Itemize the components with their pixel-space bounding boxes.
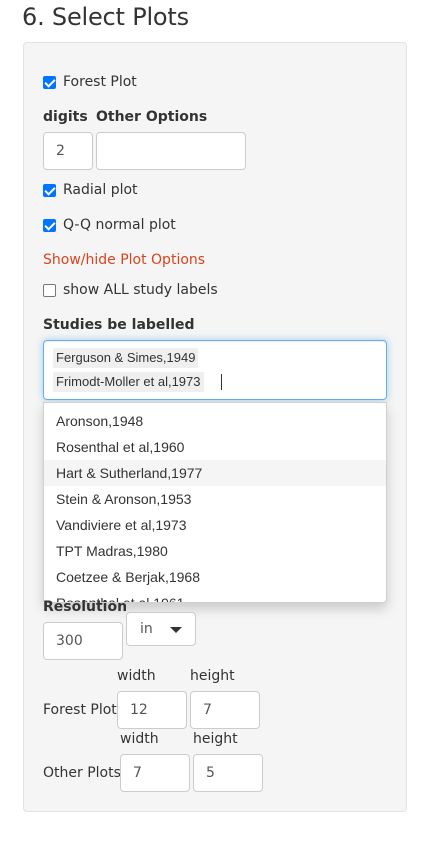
dropdown-option[interactable]: Aronson,1948 bbox=[44, 408, 386, 434]
section-title: 6. Select Plots bbox=[22, 3, 189, 31]
digits-input[interactable]: 2 bbox=[43, 132, 93, 170]
other-height-input[interactable]: 5 bbox=[193, 754, 263, 792]
selected-study-chip[interactable]: Ferguson & Simes,1949 bbox=[53, 348, 199, 368]
resolution-input[interactable]: 300 bbox=[43, 622, 123, 660]
other-options-label: Other Options bbox=[96, 109, 208, 125]
other-width-label: width bbox=[120, 731, 159, 747]
forest-plot-label: Forest Plot bbox=[63, 74, 137, 90]
studies-dropdown[interactable]: Aronson,1948 Rosenthal et al,1960 Hart &… bbox=[43, 402, 387, 603]
show-all-labels-checkbox[interactable] bbox=[43, 284, 56, 297]
dropdown-option[interactable]: Rosenthal et al,1960 bbox=[44, 434, 386, 460]
forest-height-label: height bbox=[190, 668, 235, 684]
chevron-down-icon bbox=[170, 627, 182, 633]
other-height-label: height bbox=[193, 731, 238, 747]
studies-multiselect[interactable]: Ferguson & Simes,1949 Frimodt-Moller et … bbox=[43, 340, 387, 400]
other-plots-size-label: Other Plots bbox=[43, 765, 121, 781]
dropdown-option[interactable]: TPT Madras,1980 bbox=[44, 538, 386, 564]
dropdown-option[interactable]: Vandiviere et al,1973 bbox=[44, 512, 386, 538]
dropdown-option-highlighted[interactable]: Hart & Sutherland,1977 bbox=[44, 460, 386, 486]
forest-width-label: width bbox=[117, 668, 156, 684]
dropdown-option[interactable]: Stein & Aronson,1953 bbox=[44, 486, 386, 512]
text-cursor bbox=[221, 374, 222, 390]
digits-label: digits bbox=[43, 109, 88, 125]
forest-plot-size-label: Forest Plot bbox=[43, 702, 117, 718]
dropdown-option[interactable]: Coetzee & Berjak,1968 bbox=[44, 564, 386, 590]
forest-height-input[interactable]: 7 bbox=[190, 691, 260, 729]
other-width-input[interactable]: 7 bbox=[120, 754, 190, 792]
forest-width-input[interactable]: 12 bbox=[117, 691, 187, 729]
selected-study-chip[interactable]: Frimodt-Moller et al,1973 bbox=[53, 372, 204, 392]
toggle-plot-options-link[interactable]: Show/hide Plot Options bbox=[43, 252, 205, 268]
unit-select-value: in bbox=[140, 621, 153, 637]
qq-plot-checkbox[interactable] bbox=[43, 219, 56, 232]
radial-plot-checkbox[interactable] bbox=[43, 184, 56, 197]
forest-plot-checkbox[interactable] bbox=[43, 76, 56, 89]
unit-select[interactable]: in bbox=[126, 612, 196, 646]
radial-plot-label: Radial plot bbox=[63, 182, 138, 198]
qq-plot-label: Q-Q normal plot bbox=[63, 217, 176, 233]
other-options-input[interactable] bbox=[96, 132, 246, 170]
resolution-label: Resolution bbox=[43, 599, 128, 615]
show-all-labels-label: show ALL study labels bbox=[63, 282, 218, 298]
studies-labelled-label: Studies be labelled bbox=[43, 317, 195, 333]
